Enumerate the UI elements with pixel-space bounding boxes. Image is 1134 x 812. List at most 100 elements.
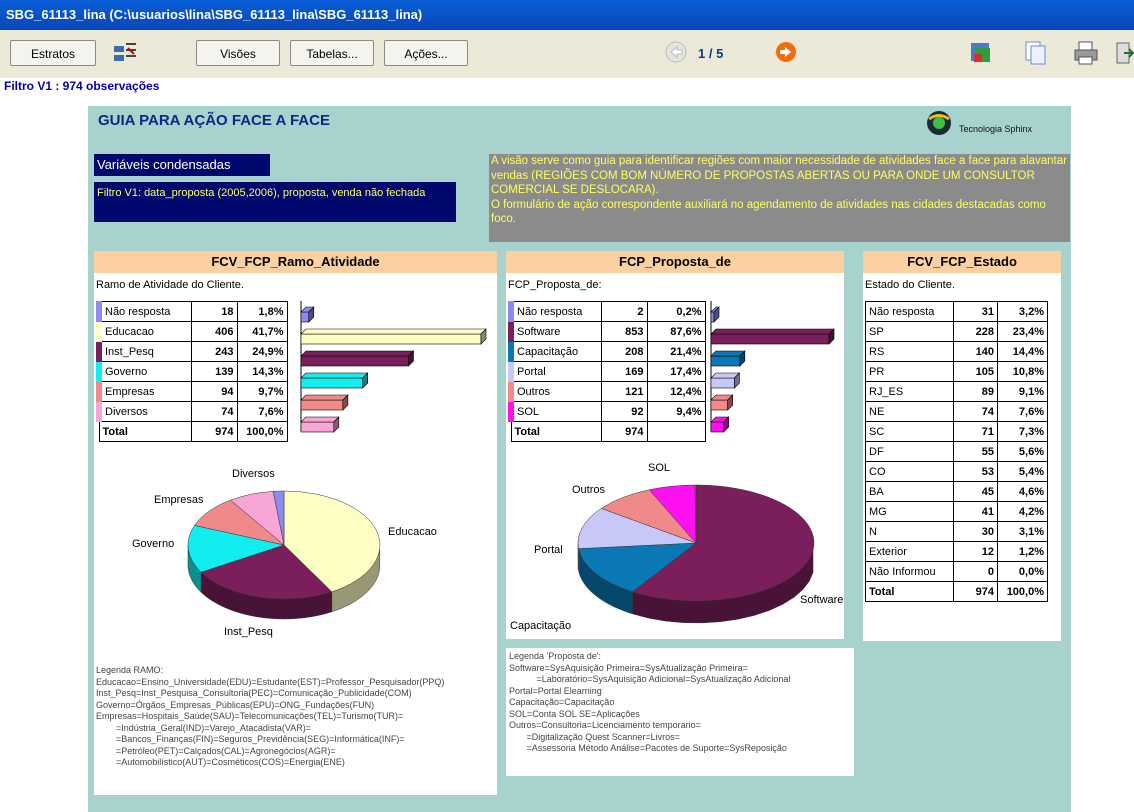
ramo-table-cell-pct: 14,3% bbox=[236, 361, 288, 382]
next-page-icon[interactable] bbox=[774, 40, 798, 64]
ramo-table-row: Inst_Pesq 243 24,9% bbox=[96, 341, 288, 362]
estado-table-row: DF 55 5,6% bbox=[865, 441, 1048, 462]
print-icon[interactable] bbox=[1072, 40, 1100, 66]
estado-table-row: CO 53 5,4% bbox=[865, 461, 1048, 482]
ramo-table-cell-n: 139 bbox=[190, 361, 238, 382]
estado-table-row: SC 71 7,3% bbox=[865, 421, 1048, 442]
proposta-table-row: Capacitação 208 21,4% bbox=[508, 341, 706, 362]
estado-table-cell-pct: 14,4% bbox=[997, 341, 1048, 362]
ramo-pie-label: Diversos bbox=[232, 468, 275, 480]
estado-table-cell-pct: 7,3% bbox=[997, 421, 1048, 442]
estado-table-cell-label: NE bbox=[865, 401, 954, 422]
info-note-text-2: O formulário de ação correspondente auxi… bbox=[491, 198, 1046, 226]
estado-table-cell-pct: 4,2% bbox=[997, 501, 1048, 522]
proposta-bar-svg bbox=[710, 301, 835, 433]
proposta-table: Não resposta 2 0,2% Software 853 87,6% Capacit… bbox=[508, 301, 706, 442]
ramo-bar-bar bbox=[300, 372, 369, 389]
estado-table-cell-pct: 9,1% bbox=[997, 381, 1048, 402]
ramo-table-cell-n: 18 bbox=[190, 301, 238, 322]
proposta-table-cell-pct: 12,4% bbox=[646, 381, 706, 402]
estado-table-row: Não resposta 31 3,2% bbox=[865, 301, 1048, 322]
variaveis-condensadas-label: Variáveis condensadas bbox=[94, 154, 270, 176]
acoes-button[interactable]: Ações... bbox=[384, 40, 468, 66]
estado-table-cell-n: 0 bbox=[953, 561, 998, 582]
estado-subtitle: Estado do Cliente. bbox=[865, 279, 955, 291]
layout-icon[interactable] bbox=[112, 42, 138, 64]
view-panel: GUIA PARA AÇÃO FACE A FACE Tecnologia Sp… bbox=[88, 106, 1071, 812]
proposta-table-cell-n: 2 bbox=[600, 301, 648, 322]
ramo-table-row: Governo 139 14,3% bbox=[96, 361, 288, 382]
proposta-pie-chart: SOL Outros Portal Software Capacitação bbox=[510, 462, 843, 632]
estado-table-row: SP 228 23,4% bbox=[865, 321, 1048, 342]
estado-table-cell-pct: 3,1% bbox=[997, 521, 1048, 542]
proposta-table-cell-label: Outros bbox=[508, 381, 602, 402]
proposta-title: FCP_Proposta_de bbox=[506, 251, 844, 273]
ramo-table-cell-n: 406 bbox=[190, 321, 238, 342]
proposta-bar-bar bbox=[710, 328, 835, 345]
estado-table-row: Exterior 12 1,2% bbox=[865, 541, 1048, 562]
proposta-table-cell-label: Total bbox=[510, 421, 602, 442]
proposta-table-cell-pct: 17,4% bbox=[646, 361, 706, 382]
ramo-pie-label: Empresas bbox=[154, 494, 204, 506]
proposta-bar-bar bbox=[710, 372, 741, 389]
estado-table-cell-n: 55 bbox=[953, 441, 998, 462]
info-note-text-1: A visão serve como guia para identificar… bbox=[491, 155, 1067, 196]
estado-table-cell-pct: 0,0% bbox=[997, 561, 1048, 582]
tabelas-button[interactable]: Tabelas... bbox=[290, 40, 374, 66]
exit-icon[interactable] bbox=[1114, 40, 1134, 66]
filter-status: Filtro V1 : 974 observações bbox=[4, 79, 160, 93]
estado-table-row: PR 105 10,8% bbox=[865, 361, 1048, 382]
proposta-box: FCP_Proposta_de: Não resposta 2 0,2% Softwa… bbox=[506, 273, 844, 639]
visoes-button[interactable]: Visões bbox=[196, 40, 280, 66]
estado-table-cell-pct: 100,0% bbox=[997, 581, 1048, 602]
estado-table-cell-n: 53 bbox=[953, 461, 998, 482]
proposta-table-row: Portal 169 17,4% bbox=[508, 361, 706, 382]
proposta-table-cell-pct: 9,4% bbox=[646, 401, 706, 422]
estado-table-cell-label: Exterior bbox=[865, 541, 954, 562]
ramo-table-cell-n: 94 bbox=[190, 381, 238, 402]
estado-table: Não resposta 31 3,2% SP 228 23,4% RS 140 14,4% PR… bbox=[865, 301, 1048, 602]
estratos-button[interactable]: Estratos bbox=[10, 40, 96, 66]
copy-icon[interactable] bbox=[1022, 40, 1048, 66]
estado-table-cell-pct: 5,4% bbox=[997, 461, 1048, 482]
proposta-table-cell-n: 121 bbox=[600, 381, 648, 402]
proposta-table-row: Não resposta 2 0,2% bbox=[508, 301, 706, 322]
estado-table-cell-n: 30 bbox=[953, 521, 998, 542]
ramo-bar-bar bbox=[300, 328, 487, 345]
ramo-pie-label: Inst_Pesq bbox=[224, 626, 273, 638]
proposta-table-row: Outros 121 12,4% bbox=[508, 381, 706, 402]
proposta-pie-label: Portal bbox=[534, 544, 563, 556]
proposta-bar-bar bbox=[710, 416, 730, 433]
previous-page-icon[interactable] bbox=[664, 40, 688, 64]
window-title: SBG_61113_lina (C:\usuarios\lina\SBG_611… bbox=[0, 0, 1134, 30]
proposta-legend: Legenda 'Proposta de': Software=SysAquis… bbox=[509, 651, 791, 753]
proposta-legend-box: Legenda 'Proposta de': Software=SysAquis… bbox=[506, 648, 854, 776]
estado-table-row: RJ_ES 89 9,1% bbox=[865, 381, 1048, 402]
proposta-subtitle: FCP_Proposta_de: bbox=[508, 279, 602, 291]
proposta-bar-bar bbox=[710, 394, 734, 411]
ramo-table-row: Empresas 94 9,7% bbox=[96, 381, 288, 402]
estado-table-cell-pct: 5,6% bbox=[997, 441, 1048, 462]
proposta-table-cell-n: 169 bbox=[600, 361, 648, 382]
estado-table-cell-pct: 4,6% bbox=[997, 481, 1048, 502]
estado-table-cell-n: 31 bbox=[953, 301, 998, 322]
estado-table-cell-pct: 23,4% bbox=[997, 321, 1048, 342]
ramo-bar-chart bbox=[299, 301, 499, 433]
proposta-bar-bar bbox=[710, 350, 746, 367]
ramo-table-cell-label: Governo bbox=[96, 361, 192, 382]
toolbar: Estratos Visões Tabelas... Ações... 1 / … bbox=[0, 30, 1134, 78]
proposta-table-row: SOL 92 9,4% bbox=[508, 401, 706, 422]
proposta-table-row: Total 974 bbox=[510, 421, 706, 442]
estado-table-cell-label: N bbox=[865, 521, 954, 542]
estado-table-cell-n: 41 bbox=[953, 501, 998, 522]
ramo-table-row: Não resposta 18 1,8% bbox=[96, 301, 288, 322]
estado-table-row: MG 41 4,2% bbox=[865, 501, 1048, 522]
estado-table-cell-n: 45 bbox=[953, 481, 998, 502]
estado-table-cell-label: Não Informou bbox=[865, 561, 954, 582]
proposta-table-cell-n: 974 bbox=[600, 421, 648, 442]
proposta-table-cell-label: Portal bbox=[508, 361, 602, 382]
ramo-bar-bar bbox=[300, 350, 415, 367]
grid-export-icon[interactable] bbox=[968, 40, 994, 66]
estado-table-cell-n: 89 bbox=[953, 381, 998, 402]
estado-table-cell-n: 140 bbox=[953, 341, 998, 362]
